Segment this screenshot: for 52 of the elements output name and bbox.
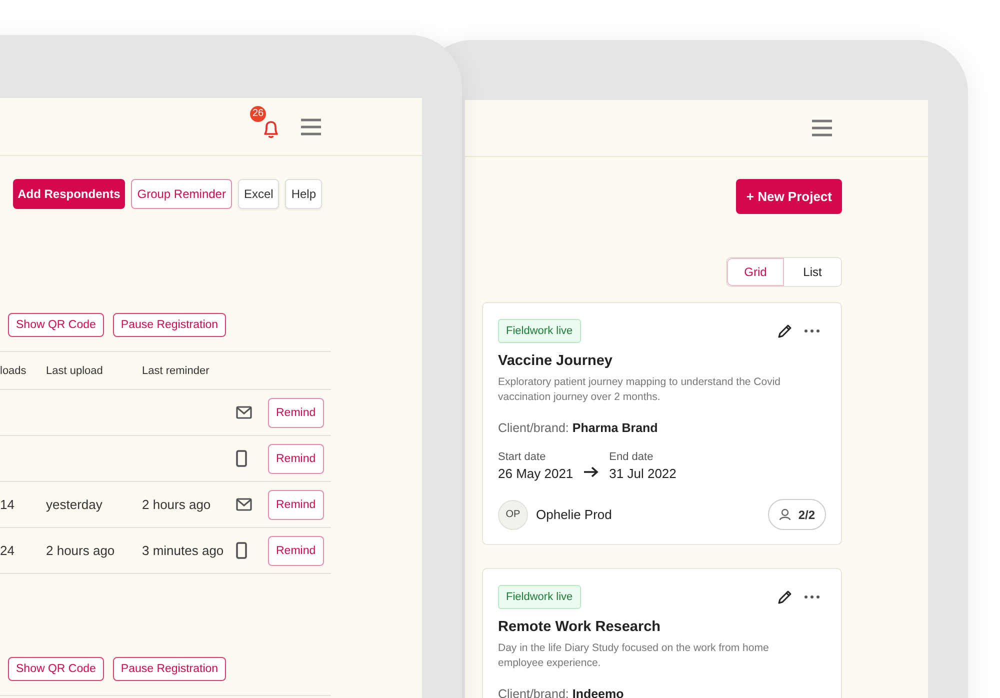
menu-icon [812, 119, 832, 137]
members-button[interactable]: 2/2 [768, 499, 826, 530]
remind-button[interactable]: Remind [268, 490, 324, 520]
status-badge: Fieldwork live [498, 585, 581, 609]
column-header: loads [0, 364, 28, 376]
action-button[interactable]: Add Respondents [12, 179, 126, 209]
project-title: Vaccine Journey [498, 353, 614, 369]
status-badge: Fieldwork live [498, 319, 581, 343]
more-icon [804, 595, 820, 599]
date-value: 31 Jul 2022 [609, 466, 676, 481]
project-description: Day in the life Diary Study focused on the work from home employee experience. [498, 641, 770, 671]
person-icon [779, 508, 792, 521]
mail-icon [236, 498, 252, 511]
remind-button[interactable]: Remind [268, 398, 324, 428]
project-description: Exploratory patient journey mapping to understand the Covid vaccination journey over 2 months. [498, 375, 782, 405]
remind-button[interactable]: Remind [268, 444, 324, 474]
remind-button[interactable]: Remind [268, 536, 324, 566]
action-button[interactable]: Group Reminder [131, 179, 232, 209]
menu-icon [301, 118, 321, 136]
view-tab[interactable]: Grid [727, 258, 784, 286]
arrow-icon [583, 466, 600, 478]
table-cell-text: 24 [0, 543, 16, 558]
mail-icon [236, 406, 252, 419]
registration-button[interactable]: Pause Registration [112, 313, 226, 337]
avatar-initials: OP [498, 500, 528, 530]
pencil-icon [777, 323, 793, 339]
table-cell-text: 2 hours ago [142, 497, 212, 512]
date-value: 26 May 2021 [498, 466, 574, 481]
bell-icon [262, 119, 280, 138]
date-label: End date [609, 451, 654, 463]
table-cell-text: 3 minutes ago [142, 543, 225, 558]
more-icon [804, 329, 820, 333]
phone-icon [236, 450, 247, 467]
pencil-icon [777, 589, 793, 605]
action-button[interactable]: Help [285, 179, 322, 209]
column-header: Last reminder [142, 364, 210, 376]
registration-button[interactable]: Pause Registration [112, 657, 226, 681]
new-project-button[interactable]: + New Project [736, 179, 842, 214]
registration-button[interactable]: Show QR Code [8, 313, 104, 337]
owner-name: Ophelie Prod [536, 507, 612, 522]
client-brand: Client/brand: Indeemo [498, 687, 625, 698]
table-cell-text: 14 [0, 497, 16, 512]
action-button[interactable]: Excel [238, 179, 280, 209]
client-brand: Client/brand: Pharma Brand [498, 421, 659, 435]
table-cell-text: 2 hours ago [46, 543, 116, 558]
table-cell-text: yesterday [46, 497, 104, 512]
phone-icon [236, 542, 247, 559]
registration-button[interactable]: Show QR Code [8, 657, 104, 681]
column-header: Last upload [46, 364, 104, 376]
notification-badge: 26 [250, 106, 266, 122]
project-title: Remote Work Research [498, 619, 662, 635]
date-label: Start date [498, 451, 547, 463]
